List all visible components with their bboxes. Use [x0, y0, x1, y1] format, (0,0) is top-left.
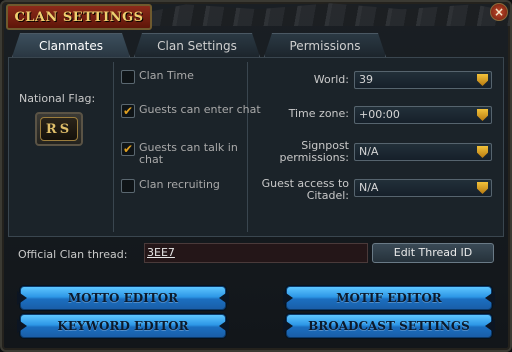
checkbox-icon[interactable]: [121, 179, 135, 193]
national-flag-button[interactable]: RS: [35, 112, 83, 146]
checkbox-icon[interactable]: [121, 70, 135, 84]
panel-divider: [113, 62, 114, 232]
tab-permissions[interactable]: Permissions: [264, 33, 386, 57]
dropdown-value: N/A: [359, 145, 379, 158]
tab-clan-settings[interactable]: Clan Settings: [134, 33, 260, 57]
checkmark-icon[interactable]: ✔: [121, 142, 135, 156]
clan-thread-input[interactable]: 3EE7: [144, 243, 368, 263]
motif-editor-button[interactable]: MOTIF EDITOR: [286, 286, 492, 310]
clan-thread-label: Official Clan thread:: [18, 248, 128, 261]
guest-access-label: Guest access to Citadel:: [261, 177, 349, 202]
dropdown-arrow-icon: [477, 146, 488, 158]
motto-editor-button[interactable]: MOTTO EDITOR: [20, 286, 226, 310]
time-zone-dropdown[interactable]: +00:00: [354, 106, 492, 124]
guest-access-dropdown[interactable]: N/A: [354, 179, 492, 197]
rs-emblem-icon: RS: [40, 117, 78, 141]
national-flag-label: National Flag:: [19, 92, 96, 105]
world-dropdown[interactable]: 39: [354, 71, 492, 89]
window-title: CLAN SETTINGS: [6, 4, 152, 30]
close-icon[interactable]: ×: [490, 3, 508, 21]
checkmark-icon[interactable]: ✔: [121, 104, 135, 118]
dropdown-value: N/A: [359, 181, 379, 194]
edit-thread-id-button[interactable]: Edit Thread ID: [372, 243, 494, 263]
world-label: World:: [313, 73, 349, 86]
tab-bar: Clanmates Clan Settings Permissions: [12, 33, 390, 57]
signpost-permissions-label: Signpost permissions:: [279, 139, 349, 164]
keyword-editor-button[interactable]: KEYWORD EDITOR: [20, 314, 226, 338]
clan-thread-value: 3EE7: [147, 246, 175, 259]
dropdown-arrow-icon: [477, 182, 488, 194]
broadcast-settings-button[interactable]: BROADCAST SETTINGS: [286, 314, 492, 338]
dropdown-value: +00:00: [359, 108, 400, 121]
settings-panel: National Flag: RS Clan Time ✔ Guests can…: [8, 57, 504, 237]
time-zone-label: Time zone:: [288, 107, 349, 120]
dropdown-arrow-icon: [477, 74, 488, 86]
dropdown-arrow-icon: [477, 109, 488, 121]
signpost-permissions-dropdown[interactable]: N/A: [354, 143, 492, 161]
tab-clanmates[interactable]: Clanmates: [12, 33, 130, 57]
dropdown-value: 39: [359, 73, 373, 86]
